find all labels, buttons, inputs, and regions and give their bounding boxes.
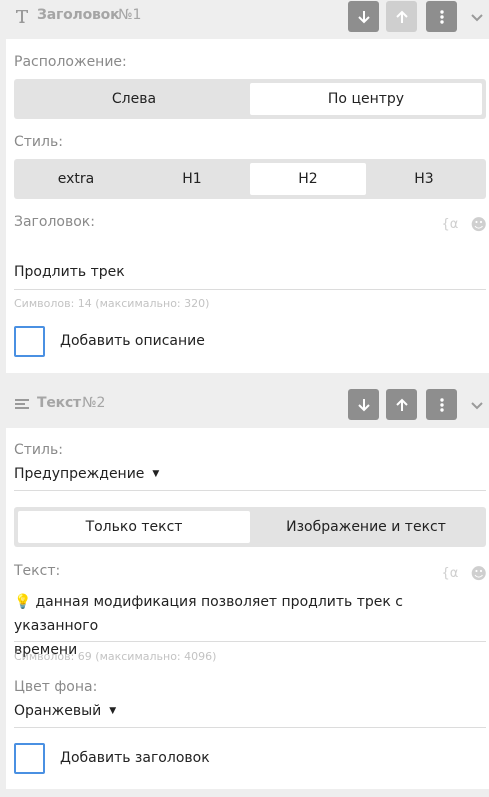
- add-heading-checkbox[interactable]: [14, 743, 45, 774]
- position-segmented-control: Слева По центру: [14, 79, 486, 119]
- lightbulb-emoji-icon: 💡: [14, 594, 32, 610]
- bg-color-select[interactable]: Оранжевый ▼: [14, 703, 116, 719]
- arrow-down-icon: [357, 398, 370, 411]
- position-option-center[interactable]: По центру: [250, 83, 482, 115]
- collapse-toggle[interactable]: [468, 8, 486, 26]
- arrow-up-icon: [395, 398, 408, 411]
- emoji-picker-icon[interactable]: ☻: [470, 564, 487, 583]
- block-2-number: №2: [82, 395, 106, 411]
- move-down-button[interactable]: [348, 389, 379, 420]
- block-2-header: Текст №2: [0, 387, 489, 421]
- chevron-down-icon: [471, 14, 483, 22]
- text-field-label: Текст:: [14, 563, 61, 579]
- dropdown-caret-icon: ▼: [152, 469, 160, 479]
- dropdown-caret-icon: ▼: [109, 706, 117, 716]
- add-heading-label[interactable]: Добавить заголовок: [60, 750, 210, 766]
- heading-char-counter: Символов: 14 (максимально: 320): [14, 297, 210, 310]
- add-description-label[interactable]: Добавить описание: [60, 333, 205, 349]
- move-down-button[interactable]: [348, 1, 379, 32]
- style-select-underline: [14, 490, 486, 491]
- block-1-number: №1: [118, 7, 142, 23]
- arrow-up-icon: [395, 10, 408, 23]
- block-2-title: Текст: [37, 395, 81, 411]
- text-field-tools: {α ☻: [441, 564, 487, 583]
- chevron-down-icon: [471, 402, 483, 410]
- emoji-picker-icon[interactable]: ☻: [470, 215, 487, 234]
- block-1-panel: Расположение: Слева По центру Стиль: ext…: [6, 39, 489, 373]
- text-input-underline: [14, 641, 486, 642]
- block-1-title: Заголовок: [37, 7, 120, 23]
- style-label: Стиль:: [14, 134, 63, 150]
- variable-insert-icon[interactable]: {α: [441, 566, 458, 581]
- style-select-value: Предупреждение: [14, 466, 145, 482]
- style-segmented-control: extra H1 H2 H3: [14, 159, 486, 199]
- mode-option-text-only[interactable]: Только текст: [18, 511, 250, 543]
- heading-input-underline: [14, 289, 486, 290]
- position-option-left[interactable]: Слева: [18, 83, 250, 115]
- position-label: Расположение:: [14, 54, 127, 70]
- more-options-button[interactable]: [426, 1, 457, 32]
- heading-field-label: Заголовок:: [14, 214, 95, 230]
- more-options-button[interactable]: [426, 389, 457, 420]
- mode-option-image-and-text[interactable]: Изображение и текст: [250, 511, 482, 543]
- style-option-h1[interactable]: H1: [134, 163, 250, 195]
- paragraph-lines-icon: [14, 396, 30, 412]
- variable-insert-icon[interactable]: {α: [441, 217, 458, 232]
- move-up-button[interactable]: [386, 1, 417, 32]
- text-line-1: данная модификация позволяет продлить тр…: [14, 594, 403, 634]
- heading-input[interactable]: Продлить трек: [14, 264, 125, 280]
- style-option-extra[interactable]: extra: [18, 163, 134, 195]
- text-T-icon: [14, 8, 30, 24]
- block-2-panel: Стиль: Предупреждение ▼ Только текст Изоб…: [6, 428, 489, 789]
- text-char-counter: Символов: 69 (максимально: 4096): [14, 650, 217, 663]
- mode-segmented-control: Только текст Изображение и текст: [14, 507, 486, 547]
- style-label: Стиль:: [14, 442, 63, 458]
- bg-color-label: Цвет фона:: [14, 679, 98, 695]
- kebab-menu-icon: [439, 397, 444, 412]
- move-up-button[interactable]: [386, 389, 417, 420]
- bg-color-select-value: Оранжевый: [14, 703, 102, 719]
- style-option-h2[interactable]: H2: [250, 163, 366, 195]
- style-select[interactable]: Предупреждение ▼: [14, 466, 159, 482]
- bg-color-select-underline: [14, 727, 486, 728]
- kebab-menu-icon: [439, 9, 444, 24]
- block-1-header: Заголовок №1: [0, 0, 489, 34]
- arrow-down-icon: [357, 10, 370, 23]
- add-description-checkbox[interactable]: [14, 326, 45, 357]
- heading-field-tools: {α ☻: [441, 215, 487, 234]
- style-option-h3[interactable]: H3: [366, 163, 482, 195]
- collapse-toggle[interactable]: [468, 396, 486, 414]
